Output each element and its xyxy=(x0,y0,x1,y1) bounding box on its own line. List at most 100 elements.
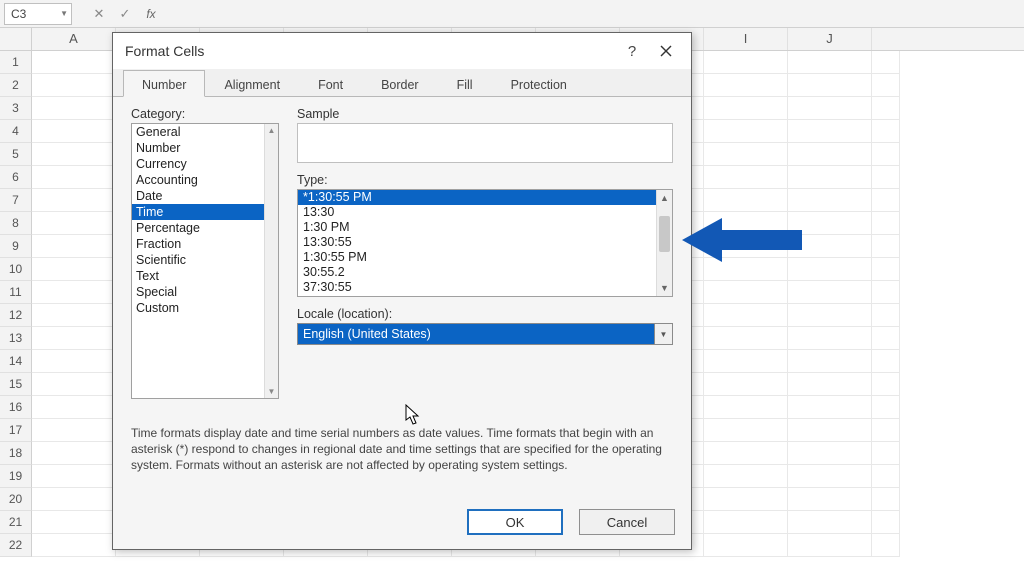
cell[interactable] xyxy=(32,166,116,189)
row-header-10[interactable]: 10 xyxy=(0,258,32,281)
tab-border[interactable]: Border xyxy=(362,70,438,97)
row-header-21[interactable]: 21 xyxy=(0,511,32,534)
type-item[interactable]: 13:30 xyxy=(298,205,656,220)
cell[interactable] xyxy=(872,120,900,143)
cell[interactable] xyxy=(788,120,872,143)
name-box[interactable]: C3 ▼ xyxy=(4,3,72,25)
cell[interactable] xyxy=(704,74,788,97)
row-header-19[interactable]: 19 xyxy=(0,465,32,488)
ok-button[interactable]: OK xyxy=(467,509,563,535)
cell[interactable] xyxy=(788,327,872,350)
row-header-3[interactable]: 3 xyxy=(0,97,32,120)
category-scrollbar[interactable]: ▲▼ xyxy=(264,124,278,398)
category-item-scientific[interactable]: Scientific xyxy=(132,252,264,268)
category-item-currency[interactable]: Currency xyxy=(132,156,264,172)
column-header-A[interactable]: A xyxy=(32,28,116,50)
select-all-corner[interactable] xyxy=(0,28,32,50)
cell[interactable] xyxy=(704,304,788,327)
cell[interactable] xyxy=(788,97,872,120)
category-item-text[interactable]: Text xyxy=(132,268,264,284)
cell[interactable] xyxy=(704,350,788,373)
dialog-title-bar[interactable]: Format Cells ? xyxy=(113,33,691,69)
cell[interactable] xyxy=(788,465,872,488)
cell[interactable] xyxy=(872,189,900,212)
cell[interactable] xyxy=(788,534,872,557)
cell[interactable] xyxy=(32,488,116,511)
scroll-track[interactable] xyxy=(657,206,672,280)
cell[interactable] xyxy=(32,189,116,212)
cell[interactable] xyxy=(788,396,872,419)
cell[interactable] xyxy=(32,304,116,327)
cell[interactable] xyxy=(704,120,788,143)
type-scrollbar[interactable]: ▲ ▼ xyxy=(656,190,672,296)
row-header-2[interactable]: 2 xyxy=(0,74,32,97)
cell[interactable] xyxy=(872,327,900,350)
cell[interactable] xyxy=(704,396,788,419)
cell[interactable] xyxy=(872,281,900,304)
row-header-9[interactable]: 9 xyxy=(0,235,32,258)
cell[interactable] xyxy=(32,97,116,120)
cell[interactable] xyxy=(872,488,900,511)
cell[interactable] xyxy=(872,212,900,235)
cell[interactable] xyxy=(32,143,116,166)
help-button[interactable]: ? xyxy=(615,37,649,65)
cell[interactable] xyxy=(872,373,900,396)
cell[interactable] xyxy=(32,511,116,534)
scroll-up-icon[interactable]: ▲ xyxy=(268,126,276,135)
row-header-17[interactable]: 17 xyxy=(0,419,32,442)
cell[interactable] xyxy=(704,465,788,488)
cell[interactable] xyxy=(872,166,900,189)
cell[interactable] xyxy=(788,419,872,442)
category-item-fraction[interactable]: Fraction xyxy=(132,236,264,252)
tab-number[interactable]: Number xyxy=(123,70,205,97)
cell[interactable] xyxy=(32,281,116,304)
cell[interactable] xyxy=(704,534,788,557)
scroll-down-icon[interactable]: ▼ xyxy=(657,280,672,296)
type-item[interactable]: 30:55.2 xyxy=(298,265,656,280)
cell[interactable] xyxy=(872,74,900,97)
locale-combo[interactable]: English (United States) ▼ xyxy=(297,323,673,345)
row-header-4[interactable]: 4 xyxy=(0,120,32,143)
category-item-date[interactable]: Date xyxy=(132,188,264,204)
cell[interactable] xyxy=(32,442,116,465)
row-header-1[interactable]: 1 xyxy=(0,51,32,74)
name-box-dropdown-icon[interactable]: ▼ xyxy=(60,9,68,18)
row-header-15[interactable]: 15 xyxy=(0,373,32,396)
cell[interactable] xyxy=(872,442,900,465)
cell[interactable] xyxy=(704,143,788,166)
cell[interactable] xyxy=(704,373,788,396)
type-item[interactable]: 37:30:55 xyxy=(298,280,656,295)
cell[interactable] xyxy=(704,97,788,120)
locale-dropdown-icon[interactable]: ▼ xyxy=(654,324,672,344)
row-header-14[interactable]: 14 xyxy=(0,350,32,373)
row-header-22[interactable]: 22 xyxy=(0,534,32,557)
row-header-11[interactable]: 11 xyxy=(0,281,32,304)
cell[interactable] xyxy=(872,465,900,488)
category-item-percentage[interactable]: Percentage xyxy=(132,220,264,236)
cell[interactable] xyxy=(788,74,872,97)
cell[interactable] xyxy=(32,120,116,143)
cell[interactable] xyxy=(704,281,788,304)
cell[interactable] xyxy=(704,51,788,74)
category-item-accounting[interactable]: Accounting xyxy=(132,172,264,188)
cell[interactable] xyxy=(788,488,872,511)
cell[interactable] xyxy=(788,304,872,327)
cell[interactable] xyxy=(872,304,900,327)
row-header-6[interactable]: 6 xyxy=(0,166,32,189)
cell[interactable] xyxy=(32,258,116,281)
cell[interactable] xyxy=(32,235,116,258)
type-list[interactable]: *1:30:55 PM13:301:30 PM13:30:551:30:55 P… xyxy=(297,189,673,297)
cell[interactable] xyxy=(704,419,788,442)
cell[interactable] xyxy=(872,511,900,534)
cell[interactable] xyxy=(704,327,788,350)
cell[interactable] xyxy=(872,419,900,442)
column-header-partial[interactable] xyxy=(872,28,900,50)
cell[interactable] xyxy=(872,51,900,74)
category-item-custom[interactable]: Custom xyxy=(132,300,264,316)
category-item-number[interactable]: Number xyxy=(132,140,264,156)
tab-alignment[interactable]: Alignment xyxy=(205,70,299,97)
cell[interactable] xyxy=(32,350,116,373)
column-header-J[interactable]: J xyxy=(788,28,872,50)
category-list[interactable]: GeneralNumberCurrencyAccountingDateTimeP… xyxy=(131,123,279,399)
cell[interactable] xyxy=(704,511,788,534)
